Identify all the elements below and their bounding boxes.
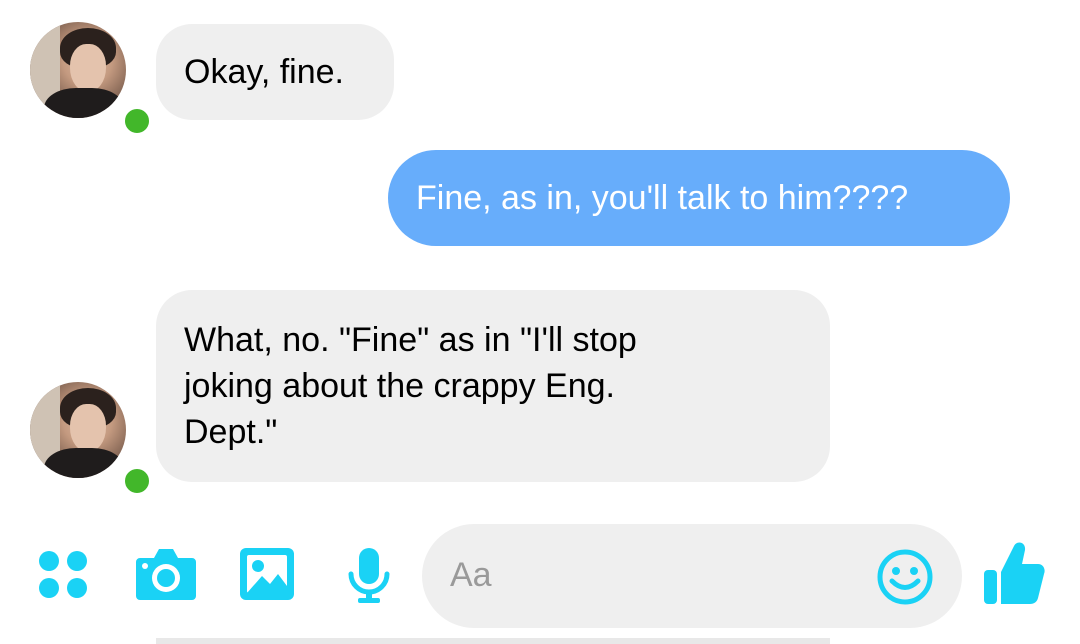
avatar-photo [30,382,126,478]
contact-avatar[interactable] [30,382,154,498]
camera-icon[interactable] [134,544,198,604]
message-input-placeholder: Aa [450,556,492,594]
online-status-dot [120,104,154,138]
message-text: What, no. "Fine" as in "I'll stop joking… [184,321,637,451]
message-input[interactable]: Aa [422,524,962,628]
contact-avatar[interactable] [30,22,154,138]
avatar-photo [30,22,126,118]
message-bubble-incoming[interactable]: What, no. "Fine" as in "I'll stop joking… [156,290,830,482]
emoji-icon[interactable] [876,548,934,606]
message-text: Okay, fine. [184,53,344,91]
online-status-dot [120,464,154,498]
message-bubble-incoming[interactable]: Okay, fine. [156,24,394,120]
chat-screen: Okay, fine. Fine, as in, you'll talk to … [0,0,1080,644]
more-apps-icon[interactable] [38,548,88,600]
message-bubble-outgoing[interactable]: Fine, as in, you'll talk to him???? [388,150,1010,246]
next-message-edge [156,638,830,644]
message-text: Fine, as in, you'll talk to him???? [416,179,909,217]
microphone-icon[interactable] [346,546,392,606]
gallery-icon[interactable] [238,546,296,602]
thumbs-up-icon[interactable] [982,540,1046,606]
